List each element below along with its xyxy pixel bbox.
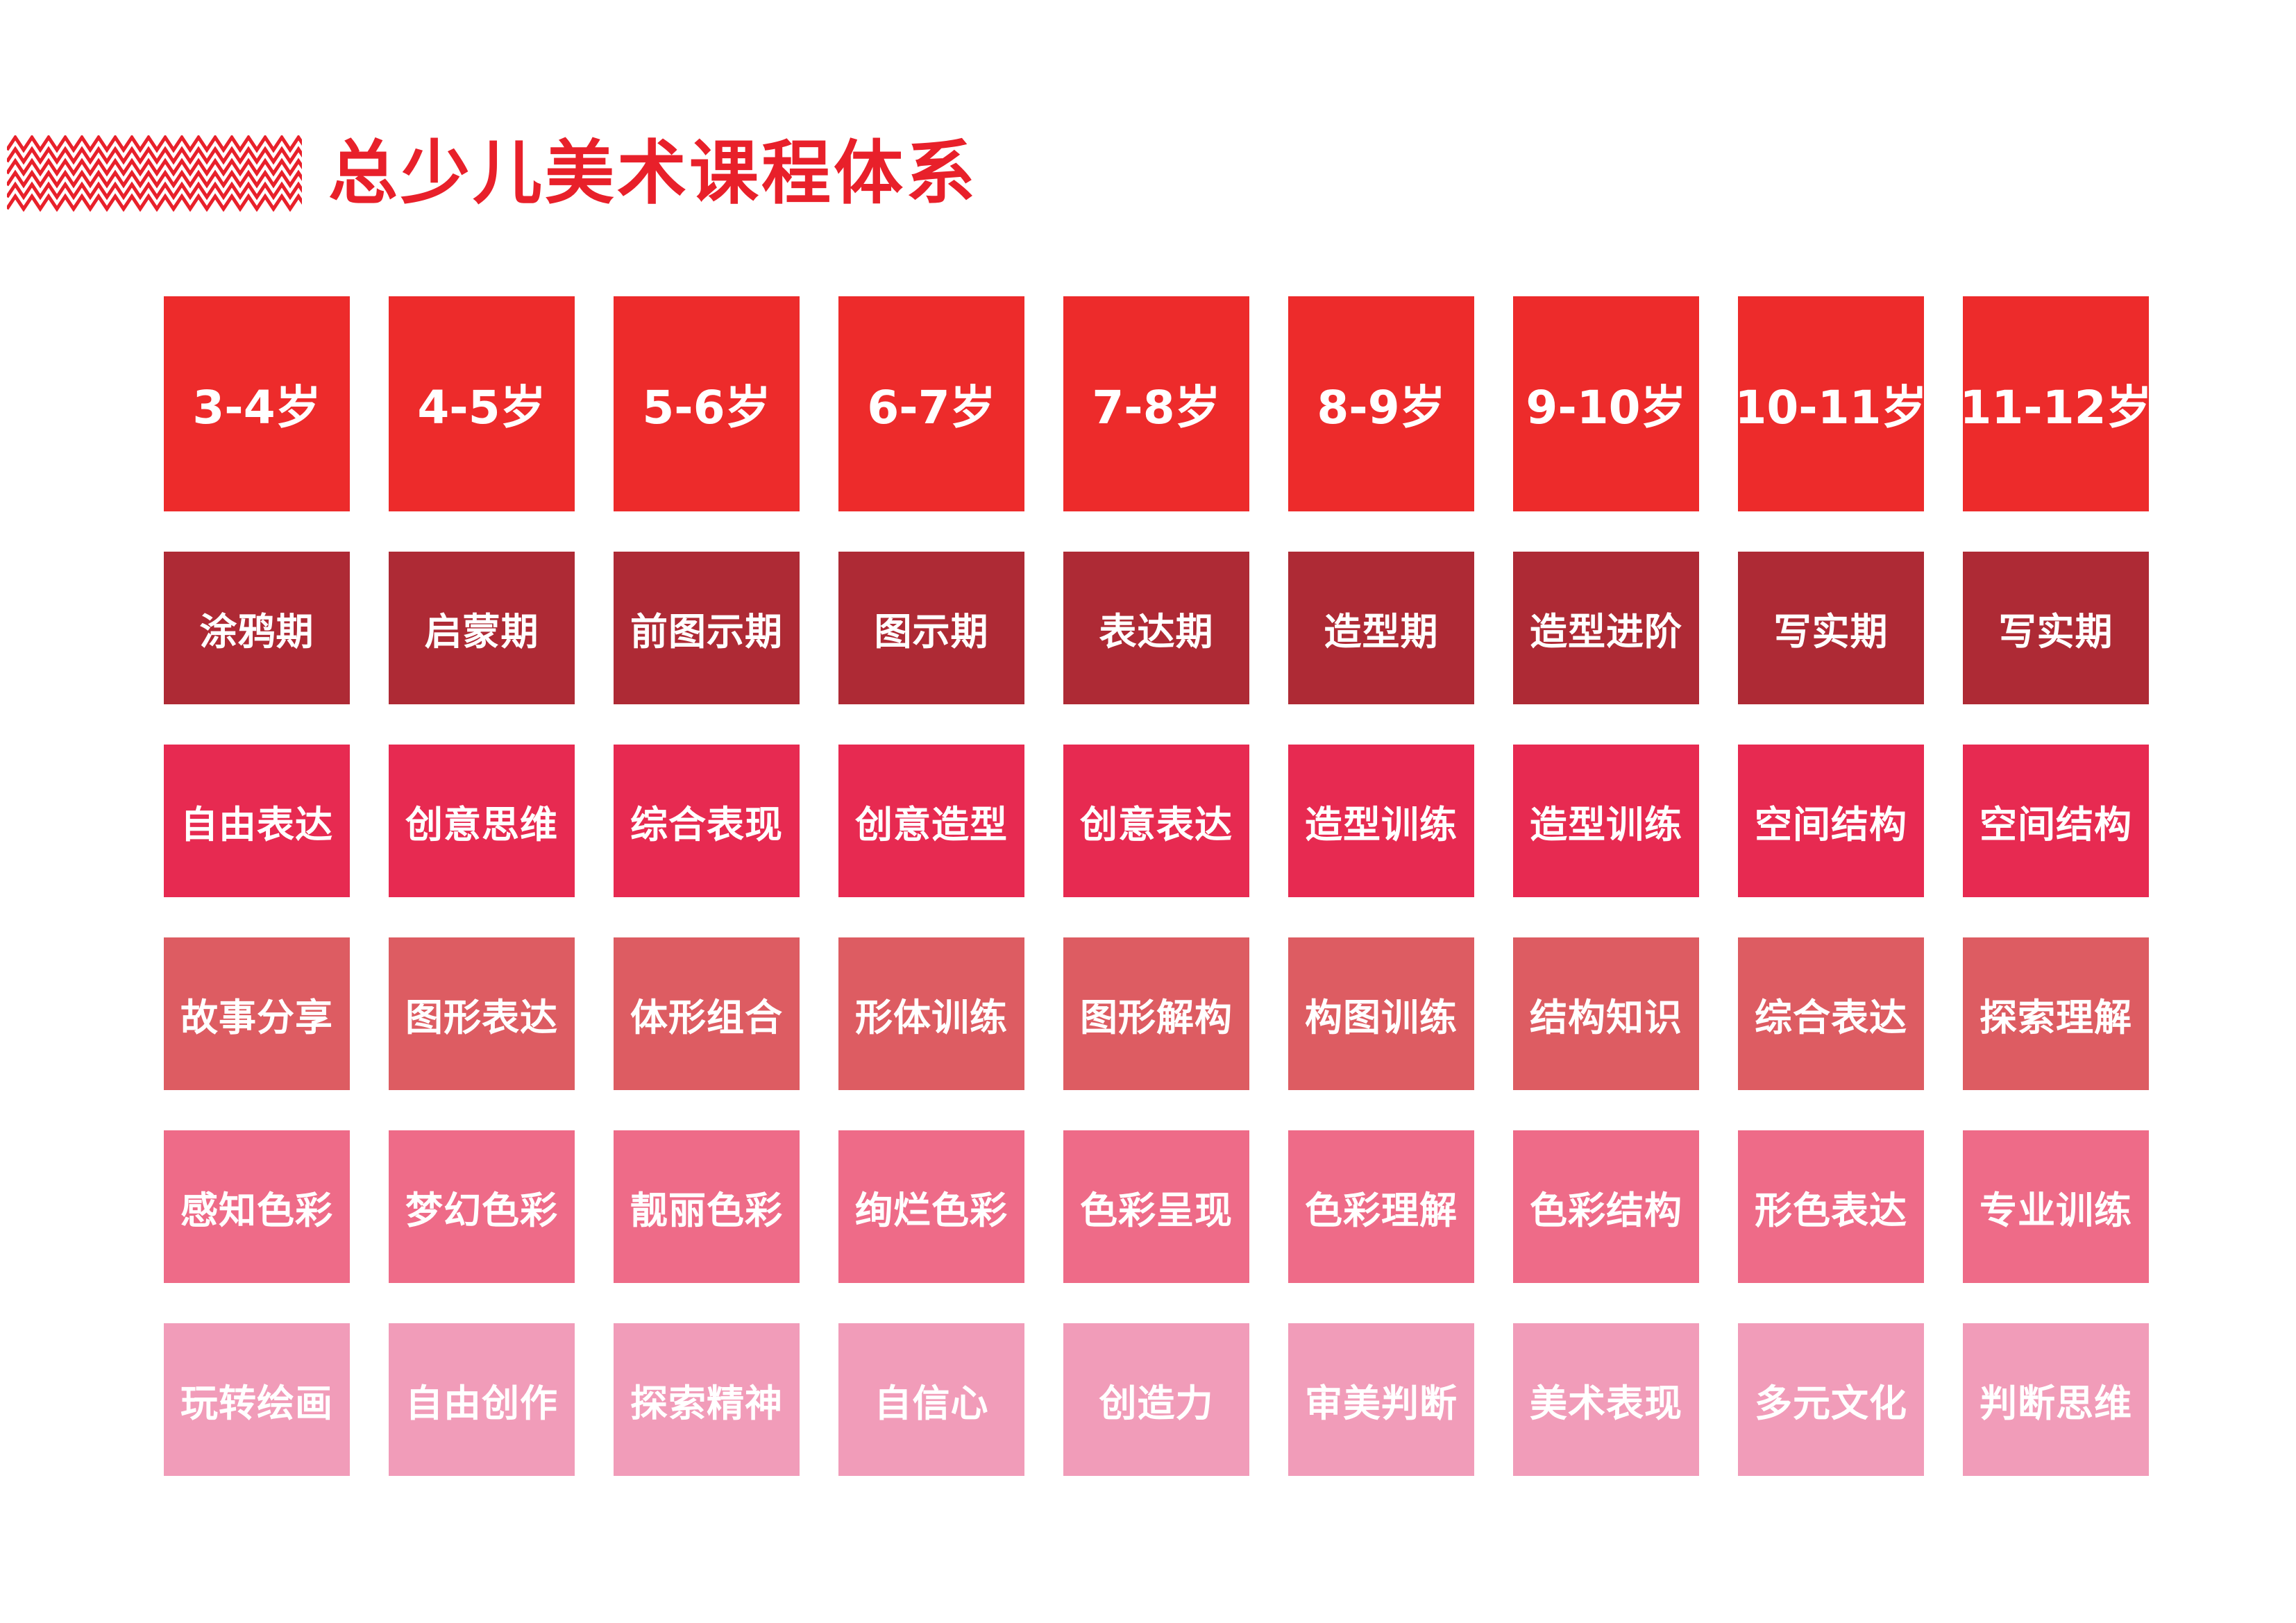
ability-cell: 创造力 [1063, 1323, 1249, 1476]
structure-cell: 综合表达 [1738, 937, 1924, 1090]
structure-cell: 故事分享 [164, 937, 350, 1090]
color-cell: 专业训练 [1963, 1130, 2149, 1283]
age-cell: 3-4岁 [164, 296, 350, 511]
structure-cell: 体形组合 [614, 937, 800, 1090]
stage-cell: 写实期 [1738, 552, 1924, 704]
zigzag-line [7, 135, 302, 153]
structure-cell: 构图训练 [1288, 937, 1474, 1090]
stage-cell: 图示期 [838, 552, 1024, 704]
expression-cell: 空间结构 [1738, 745, 1924, 897]
ability-cell: 判断思维 [1963, 1323, 2149, 1476]
ability-cell: 自由创作 [389, 1323, 575, 1476]
structure-cell: 形体训练 [838, 937, 1024, 1090]
ability-cell: 探索精神 [614, 1323, 800, 1476]
stage-cell: 写实期 [1963, 552, 2149, 704]
age-cell: 8-9岁 [1288, 296, 1474, 511]
color-cell: 形色表达 [1738, 1130, 1924, 1283]
ability-cell: 美术表现 [1513, 1323, 1699, 1476]
structure-cell: 结构知识 [1513, 937, 1699, 1090]
page-header: 总少儿美术课程体系 [7, 132, 978, 215]
structure-cell: 探索理解 [1963, 937, 2149, 1090]
age-cell: 9-10岁 [1513, 296, 1699, 511]
ability-cell: 审美判断 [1288, 1323, 1474, 1476]
page-title: 总少儿美术课程体系 [328, 133, 978, 214]
structure-cell: 图形解构 [1063, 937, 1249, 1090]
stage-cell: 造型进阶 [1513, 552, 1699, 704]
age-cell: 10-11岁 [1734, 296, 1927, 511]
age-cell: 7-8岁 [1063, 296, 1249, 511]
stage-cell: 前图示期 [614, 552, 800, 704]
color-cell: 梦幻色彩 [389, 1130, 575, 1283]
expression-cell: 自由表达 [164, 745, 350, 897]
expression-cell: 造型训练 [1513, 745, 1699, 897]
structure-cell: 图形表达 [389, 937, 575, 1090]
color-cell: 色彩理解 [1288, 1130, 1474, 1283]
stage-cell: 表达期 [1063, 552, 1249, 704]
zigzag-pattern-icon [7, 135, 302, 212]
ability-cell: 玩转绘画 [164, 1323, 350, 1476]
expression-cell: 创意表达 [1063, 745, 1249, 897]
stage-cell: 启蒙期 [389, 552, 575, 704]
expression-cell: 综合表现 [614, 745, 800, 897]
expression-cell: 创意思维 [389, 745, 575, 897]
age-cell: 5-6岁 [614, 296, 800, 511]
expression-cell: 造型训练 [1288, 745, 1474, 897]
expression-cell: 空间结构 [1963, 745, 2149, 897]
stage-cell: 造型期 [1288, 552, 1474, 704]
ability-cell: 多元文化 [1738, 1323, 1924, 1476]
ability-cell: 自信心 [838, 1323, 1024, 1476]
color-cell: 靓丽色彩 [614, 1130, 800, 1283]
stage-cell: 涂鸦期 [164, 552, 350, 704]
age-cell: 4-5岁 [389, 296, 575, 511]
color-cell: 色彩呈现 [1063, 1130, 1249, 1283]
color-cell: 感知色彩 [164, 1130, 350, 1283]
expression-cell: 创意造型 [838, 745, 1024, 897]
curriculum-grid: 3-4岁 4-5岁 5-6岁 6-7岁 7-8岁 8-9岁 9-10岁 10-11岁 11-12… [164, 296, 2152, 1476]
age-cell: 6-7岁 [838, 296, 1024, 511]
color-cell: 色彩结构 [1513, 1130, 1699, 1283]
age-cell: 11-12岁 [1959, 296, 2152, 511]
color-cell: 绚烂色彩 [838, 1130, 1024, 1283]
